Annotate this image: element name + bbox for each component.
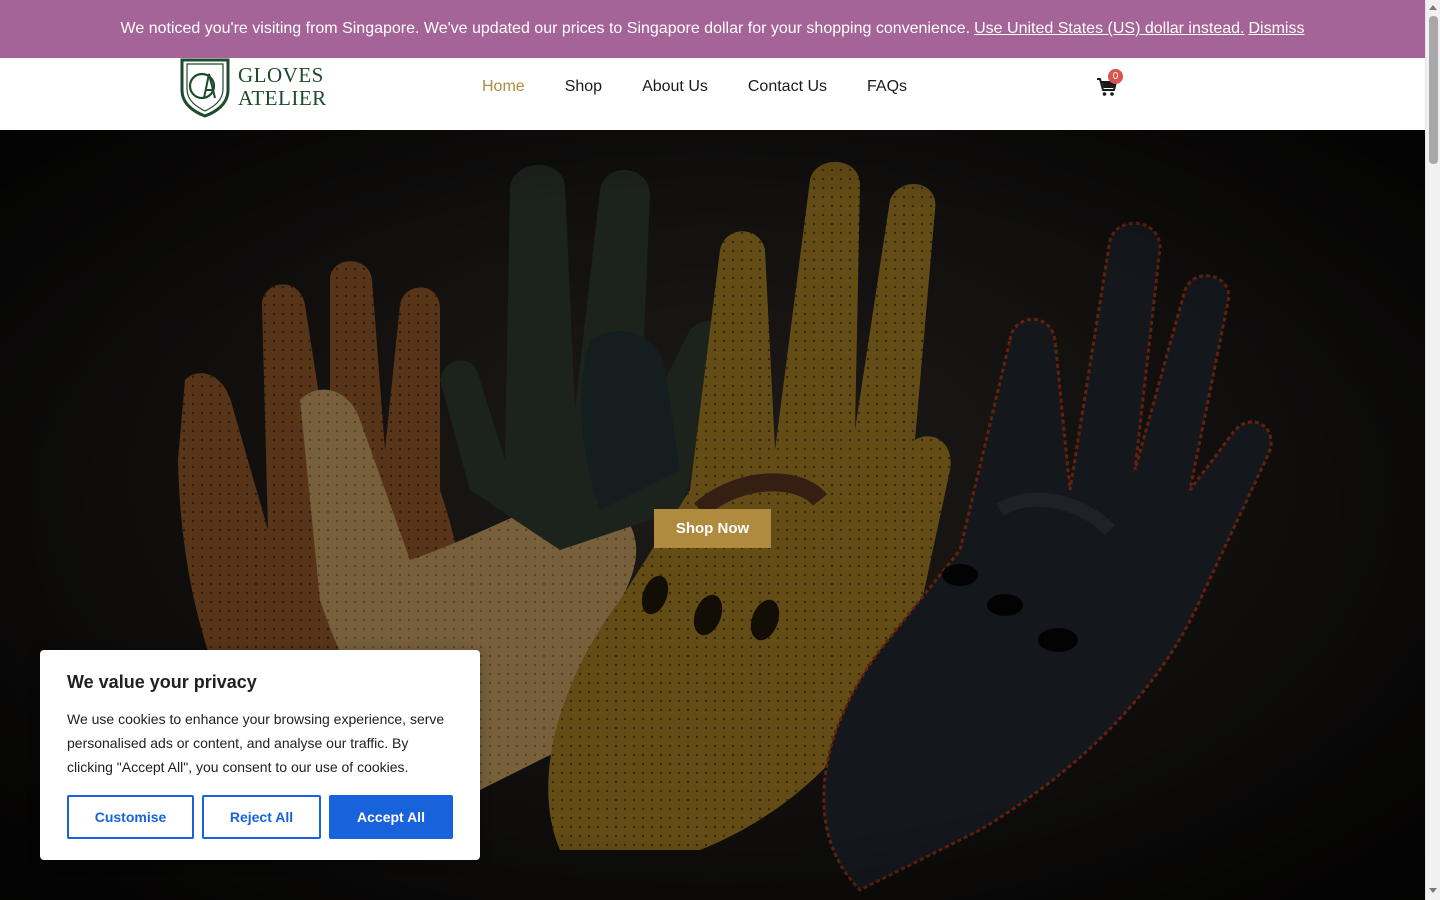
cookie-consent-dialog: We value your privacy We use cookies to … <box>40 650 480 860</box>
main-nav: Home Shop About Us Contact Us FAQs <box>482 58 947 116</box>
site-logo[interactable]: GLOVES ATELIER <box>178 56 327 118</box>
logo-wordmark: GLOVES ATELIER <box>238 64 327 110</box>
scroll-up-arrow-icon[interactable] <box>1429 5 1437 10</box>
customise-button[interactable]: Customise <box>67 795 194 839</box>
nav-item-shop[interactable]: Shop <box>565 78 602 96</box>
cookie-dialog-text: We use cookies to enhance your browsing … <box>67 711 445 775</box>
currency-notice-message: We noticed you're visiting from Singapor… <box>120 20 971 37</box>
reject-all-button[interactable]: Reject All <box>202 795 321 839</box>
scroll-down-arrow-icon[interactable] <box>1429 888 1437 893</box>
logo-line-2: ATELIER <box>238 86 327 110</box>
nav-item-home[interactable]: Home <box>482 78 525 96</box>
shop-now-button[interactable]: Shop Now <box>654 509 771 548</box>
nav-item-about-us[interactable]: About Us <box>642 78 708 96</box>
cookie-button-group: Customise Reject All Accept All <box>67 795 453 839</box>
site-header: GLOVES ATELIER Home Shop About Us Contac… <box>0 58 1425 130</box>
cookie-dialog-title: We value your privacy <box>67 672 257 692</box>
page-scrollbar[interactable] <box>1425 0 1440 900</box>
dismiss-notice-link[interactable]: Dismiss <box>1248 20 1304 38</box>
accept-all-button[interactable]: Accept All <box>329 795 453 839</box>
currency-notice-bar: We noticed you're visiting from Singapor… <box>0 0 1425 58</box>
shield-logo-icon <box>180 58 230 118</box>
logo-line-1: GLOVES <box>238 63 324 87</box>
cart-count-badge: 0 <box>1108 69 1123 84</box>
page: We noticed you're visiting from Singapor… <box>0 0 1425 900</box>
switch-currency-link[interactable]: Use United States (US) dollar instead. <box>974 20 1244 38</box>
scrollbar-thumb[interactable] <box>1429 16 1438 164</box>
nav-item-faqs[interactable]: FAQs <box>867 78 907 96</box>
nav-item-contact-us[interactable]: Contact Us <box>748 78 827 96</box>
